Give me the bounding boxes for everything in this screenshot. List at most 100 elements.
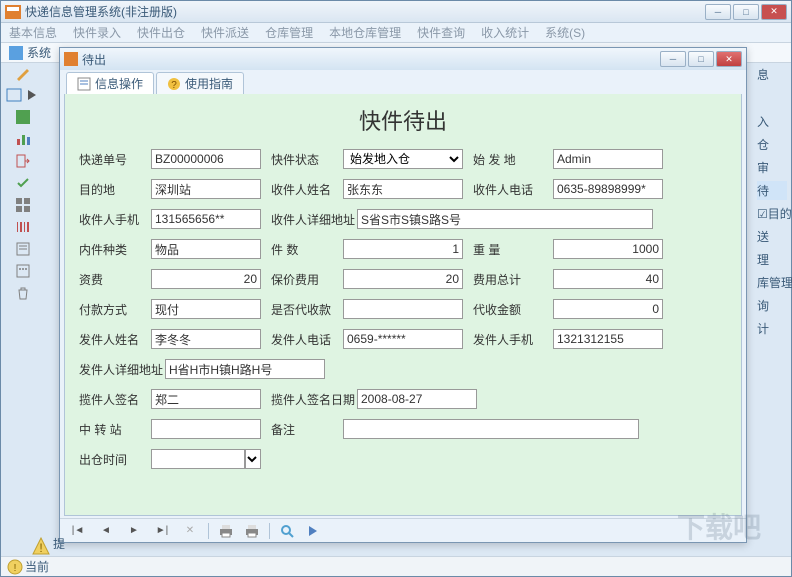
menu-basic-info[interactable]: 基本信息 bbox=[9, 24, 57, 41]
inner-titlebar: 待出 ─ □ ✕ bbox=[60, 48, 746, 70]
input-handler-sign[interactable] bbox=[151, 389, 261, 409]
label-handler-sign: 揽件人签名 bbox=[79, 391, 151, 408]
right-item[interactable]: ☑目的 bbox=[757, 204, 787, 223]
input-sender-mobile[interactable] bbox=[553, 329, 663, 349]
label-sender-mobile: 发件人手机 bbox=[473, 331, 553, 348]
right-item[interactable]: 理 bbox=[757, 250, 787, 269]
print-preview-icon[interactable] bbox=[243, 522, 261, 540]
outer-close-button[interactable]: ✕ bbox=[761, 4, 787, 20]
label-insure: 保价费用 bbox=[271, 271, 343, 288]
separator bbox=[208, 523, 209, 539]
label-recv-phone: 收件人电话 bbox=[473, 181, 553, 198]
menu-warehouse[interactable]: 仓库管理 bbox=[265, 24, 313, 41]
label-origin: 始 发 地 bbox=[473, 151, 553, 168]
label-out-time: 出仓时间 bbox=[79, 451, 151, 468]
print-icon[interactable] bbox=[217, 522, 235, 540]
input-qty[interactable] bbox=[343, 239, 463, 259]
input-out-time[interactable] bbox=[151, 449, 245, 469]
right-item[interactable]: 审 bbox=[757, 158, 787, 177]
input-pay-method[interactable] bbox=[151, 299, 261, 319]
nav-next-button[interactable]: ► bbox=[124, 522, 144, 540]
right-item[interactable]: 计 bbox=[757, 319, 787, 338]
play-icon[interactable] bbox=[24, 87, 40, 103]
search-icon[interactable] bbox=[278, 522, 296, 540]
inner-app-icon bbox=[64, 52, 78, 66]
input-remark[interactable] bbox=[343, 419, 639, 439]
label-sender-addr: 发件人详细地址 bbox=[79, 361, 165, 378]
label-weight: 重 量 bbox=[473, 241, 553, 258]
chart-icon[interactable] bbox=[15, 131, 31, 147]
report-icon[interactable] bbox=[15, 241, 31, 257]
input-sender-addr[interactable] bbox=[165, 359, 325, 379]
nav-first-button[interactable]: |◄ bbox=[68, 522, 88, 540]
outer-minimize-button[interactable]: ─ bbox=[705, 4, 731, 20]
exit-icon[interactable] bbox=[15, 153, 31, 169]
menu-entry[interactable]: 快件录入 bbox=[73, 24, 121, 41]
inner-maximize-button[interactable]: □ bbox=[688, 51, 714, 67]
input-dest[interactable] bbox=[151, 179, 261, 199]
right-item[interactable]: 入 bbox=[757, 112, 787, 131]
input-weight[interactable] bbox=[553, 239, 663, 259]
input-item-type[interactable] bbox=[151, 239, 261, 259]
calc-icon[interactable] bbox=[15, 263, 31, 279]
inner-close-button[interactable]: ✕ bbox=[716, 51, 742, 67]
input-total[interactable] bbox=[553, 269, 663, 289]
input-handler-date[interactable] bbox=[357, 389, 477, 409]
tab-row: 信息操作 ? 使用指南 bbox=[60, 70, 746, 94]
right-item[interactable]: 送 bbox=[757, 227, 787, 246]
nav-prev-button[interactable]: ◄ bbox=[96, 522, 116, 540]
input-recv-phone[interactable] bbox=[553, 179, 663, 199]
input-sender-phone[interactable] bbox=[343, 329, 463, 349]
input-insure[interactable] bbox=[343, 269, 463, 289]
window-icon[interactable] bbox=[6, 87, 22, 103]
system-icon bbox=[9, 46, 23, 60]
pencil-icon[interactable] bbox=[15, 65, 31, 81]
form-icon bbox=[77, 77, 91, 91]
input-sender-name[interactable] bbox=[151, 329, 261, 349]
select-out-time[interactable] bbox=[245, 449, 261, 469]
barcode-icon[interactable] bbox=[15, 219, 31, 235]
svg-text:?: ? bbox=[171, 80, 177, 91]
input-express-no[interactable] bbox=[151, 149, 261, 169]
right-item[interactable]: 询 bbox=[757, 296, 787, 315]
menu-dispatch[interactable]: 快件派送 bbox=[201, 24, 249, 41]
input-recv-mobile[interactable] bbox=[151, 209, 261, 229]
label-total: 费用总计 bbox=[473, 271, 553, 288]
menu-income[interactable]: 收入统计 bbox=[481, 24, 529, 41]
panel-icon[interactable] bbox=[15, 109, 31, 125]
inner-minimize-button[interactable]: ─ bbox=[660, 51, 686, 67]
input-transfer[interactable] bbox=[151, 419, 261, 439]
nav-stop-button: ✕ bbox=[180, 522, 200, 540]
menu-local-warehouse[interactable]: 本地仓库管理 bbox=[329, 24, 401, 41]
grid-icon[interactable] bbox=[15, 197, 31, 213]
right-item[interactable]: 待 bbox=[757, 181, 787, 200]
input-cod-amount[interactable] bbox=[553, 299, 663, 319]
svg-text:!: ! bbox=[14, 563, 17, 574]
select-status[interactable]: 始发地入仓 bbox=[343, 149, 463, 169]
tab-guide[interactable]: ? 使用指南 bbox=[156, 72, 244, 94]
left-toolbar bbox=[5, 65, 41, 301]
menu-query[interactable]: 快件查询 bbox=[417, 24, 465, 41]
nav-last-button[interactable]: ►| bbox=[152, 522, 172, 540]
input-origin[interactable] bbox=[553, 149, 663, 169]
right-item[interactable]: 息 bbox=[757, 65, 787, 84]
right-item[interactable]: 仓 bbox=[757, 135, 787, 154]
info-icon: ! bbox=[7, 559, 23, 575]
app-icon bbox=[5, 5, 21, 19]
menu-system[interactable]: 系统(S) bbox=[545, 24, 585, 41]
next-search-icon[interactable] bbox=[304, 522, 322, 540]
check-icon[interactable] bbox=[15, 175, 31, 191]
label-is-cod: 是否代收款 bbox=[271, 301, 343, 318]
label-remark: 备注 bbox=[271, 421, 343, 438]
trash-icon[interactable] bbox=[15, 285, 31, 301]
separator bbox=[269, 523, 270, 539]
input-fee[interactable] bbox=[151, 269, 261, 289]
input-recv-name[interactable] bbox=[343, 179, 463, 199]
outer-maximize-button[interactable]: □ bbox=[733, 4, 759, 20]
right-item[interactable]: 库管理 bbox=[757, 273, 787, 292]
menu-out[interactable]: 快件出仓 bbox=[137, 24, 185, 41]
input-recv-addr[interactable] bbox=[357, 209, 653, 229]
input-is-cod[interactable] bbox=[343, 299, 463, 319]
tab-info-operation[interactable]: 信息操作 bbox=[66, 72, 154, 94]
warning-icon: ! bbox=[31, 536, 47, 552]
